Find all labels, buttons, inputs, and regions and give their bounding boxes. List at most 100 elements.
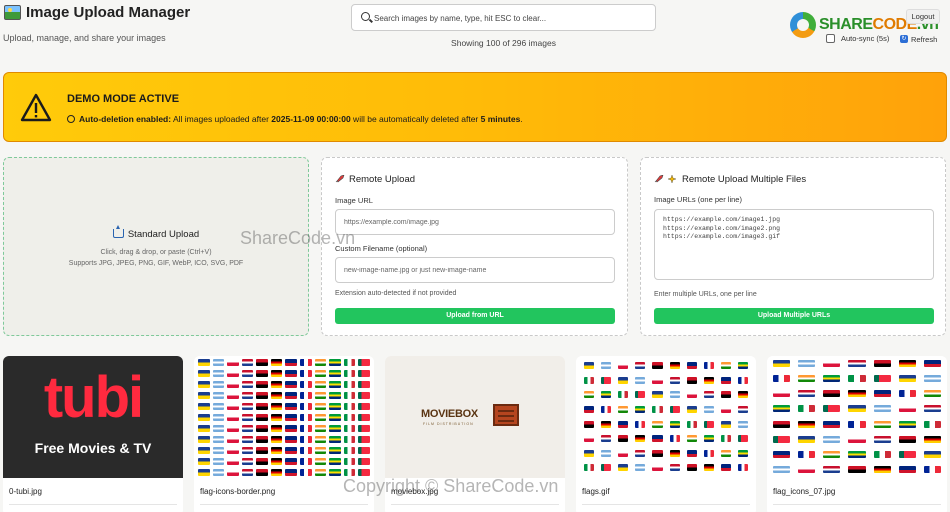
flag-icon	[212, 447, 225, 454]
rocket-icon	[335, 175, 345, 183]
image-url-input[interactable]	[335, 209, 615, 235]
flag-icon	[584, 435, 595, 443]
flag-icon	[329, 436, 341, 443]
flag-icon	[669, 405, 680, 413]
standard-upload-dropzone[interactable]: Standard Upload Click, drag & drop, or p…	[3, 157, 309, 336]
autosync-toggle[interactable]: Auto-sync (5s)	[826, 34, 889, 43]
refresh-button[interactable]: ↻ Refresh	[900, 33, 944, 45]
standard-upload-title: Standard Upload	[127, 229, 200, 240]
upload-multiple-button[interactable]: Upload Multiple URLs	[654, 308, 934, 324]
image-urls-textarea[interactable]: https://example.com/image1.jpg https://e…	[654, 209, 934, 280]
image-thumbnail[interactable]	[576, 356, 756, 478]
card-divider	[773, 504, 941, 505]
flag-icon	[584, 376, 595, 384]
flag-icon	[285, 370, 298, 377]
flag-icon	[314, 436, 327, 443]
flag-icon	[198, 458, 210, 465]
flag-icon	[584, 405, 595, 413]
flag-icon	[898, 405, 916, 413]
flag-icon	[285, 381, 298, 388]
card-divider	[391, 504, 559, 505]
flag-icon	[823, 360, 841, 367]
flag-icon	[686, 391, 697, 399]
flag-icon	[241, 381, 254, 388]
flag-icon	[737, 449, 748, 457]
image-thumbnail[interactable]	[767, 356, 947, 478]
logout-button[interactable]: Logout	[906, 9, 940, 24]
flag-icon	[848, 390, 866, 398]
flag-icon	[256, 436, 268, 443]
image-card[interactable]: flag-icons-border.png	[194, 356, 374, 512]
flag-icon	[898, 360, 916, 367]
flag-icon	[227, 425, 239, 432]
flag-icon	[669, 362, 680, 369]
search-box[interactable]	[351, 4, 656, 31]
flag-icon	[358, 403, 370, 410]
flag-icon	[358, 436, 370, 443]
flag-icon	[703, 449, 714, 457]
image-thumbnail[interactable]: MOVIEBOX FILM DISTRIBUTION	[385, 356, 565, 478]
image-card[interactable]: flag_icons_07.jpg	[767, 356, 947, 512]
flag-icon	[300, 447, 312, 454]
flag-icon	[329, 381, 341, 388]
image-card[interactable]: MOVIEBOX FILM DISTRIBUTION moviebox.jpg	[385, 356, 565, 512]
flag-icon	[737, 362, 748, 369]
flag-icon	[737, 464, 748, 472]
banner-duration: 5 minutes	[480, 114, 521, 124]
flag-icon	[737, 391, 748, 399]
flag-icon	[635, 464, 646, 472]
flag-icon	[256, 392, 268, 399]
flag-icon	[256, 447, 268, 454]
banner-text-2: will be automatically deleted after	[350, 114, 481, 124]
flag-icon	[923, 450, 941, 458]
flag-icon	[358, 425, 370, 432]
flag-icon	[241, 458, 254, 465]
flag-icon	[720, 449, 731, 457]
flag-icon	[652, 449, 663, 457]
flag-icon	[898, 390, 916, 398]
image-card[interactable]: flags.gif	[576, 356, 756, 512]
flag-icon	[329, 447, 341, 454]
flag-icon	[343, 469, 356, 476]
box-icon	[493, 404, 519, 426]
filename-input[interactable]	[335, 257, 615, 283]
image-filename: flag_icons_07.jpg	[773, 487, 836, 496]
flag-icon	[652, 391, 663, 399]
flag-icon	[652, 435, 663, 443]
flag-icon	[227, 447, 239, 454]
standard-upload-formats: Supports JPG, JPEG, PNG, GIF, WebP, ICO,…	[68, 260, 244, 267]
flag-icon	[720, 362, 731, 369]
flag-icon	[848, 420, 866, 428]
flag-icon	[241, 447, 254, 454]
flag-icon	[300, 403, 312, 410]
flag-icon	[773, 435, 791, 443]
flag-icon	[314, 403, 327, 410]
flag-icon	[720, 391, 731, 399]
flag-icon	[798, 435, 816, 443]
flag-icon	[618, 435, 629, 443]
autosync-checkbox[interactable]	[826, 34, 835, 43]
search-input[interactable]	[374, 9, 650, 27]
flag-icon	[669, 420, 680, 428]
flag-icon	[212, 414, 225, 421]
upload-icon	[112, 225, 124, 238]
banner-text-end: .	[520, 114, 523, 124]
image-card[interactable]: tubi Free Movies & TV 0-tubi.jpg	[3, 356, 183, 512]
multi-upload-hint: Enter multiple URLs, one per line	[654, 291, 757, 298]
upload-from-url-button[interactable]: Upload from URL	[335, 308, 615, 324]
flag-icon	[198, 359, 210, 366]
flag-icon	[618, 449, 629, 457]
flag-icon	[300, 458, 312, 465]
flag-icon	[300, 381, 312, 388]
flag-icon	[669, 435, 680, 443]
image-thumbnail[interactable]	[194, 356, 374, 478]
flag-icon	[300, 425, 312, 432]
flag-icon	[227, 381, 239, 388]
flag-icon	[923, 465, 941, 473]
flag-icon	[343, 436, 356, 443]
flag-icon	[686, 420, 697, 428]
image-thumbnail[interactable]: tubi Free Movies & TV	[3, 356, 183, 478]
flag-icon	[823, 390, 841, 398]
demo-banner: DEMO MODE ACTIVE Auto-deletion enabled: …	[3, 72, 947, 142]
flag-icon	[923, 375, 941, 383]
